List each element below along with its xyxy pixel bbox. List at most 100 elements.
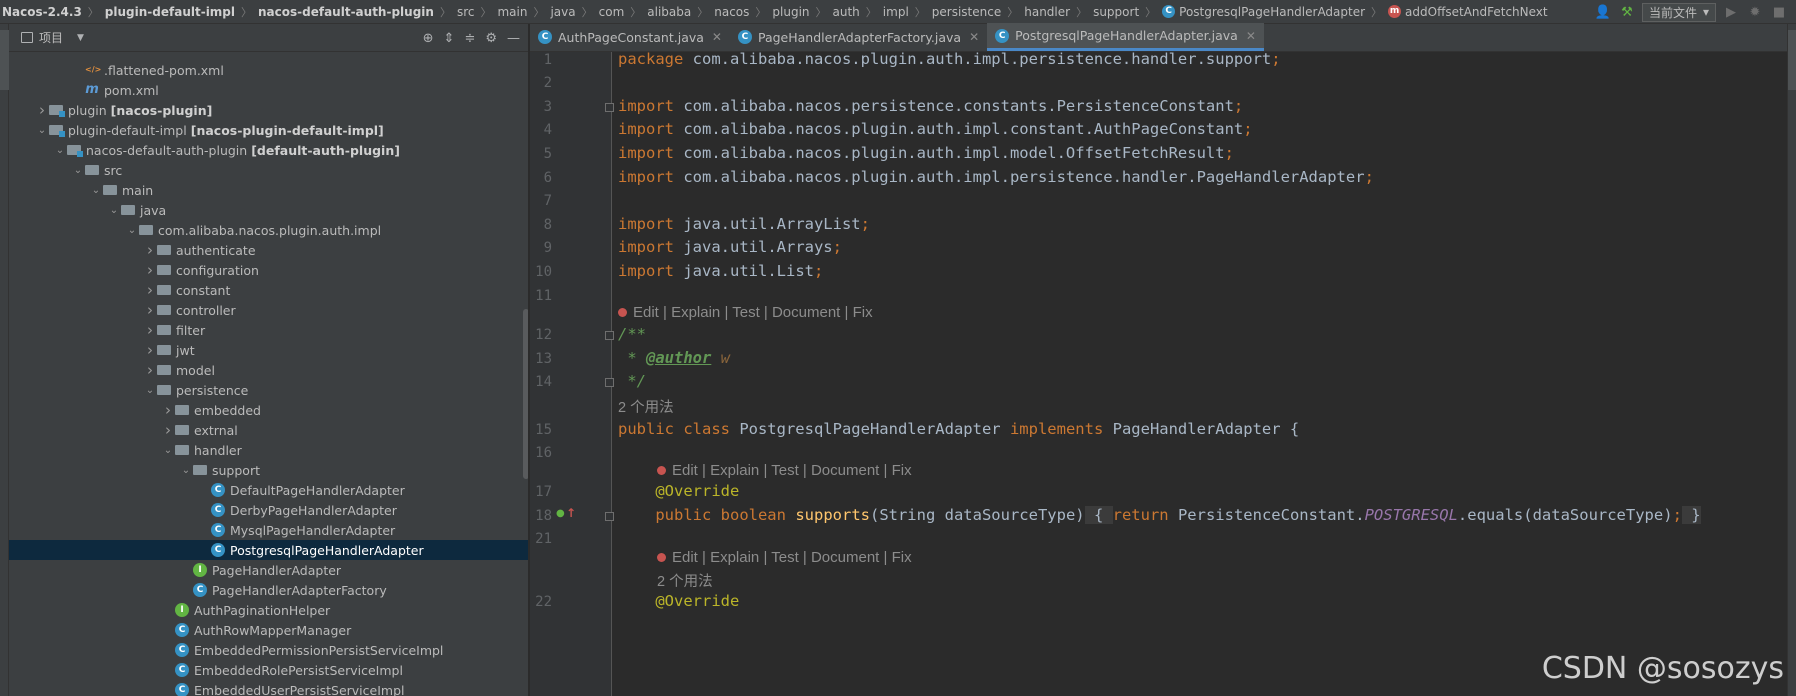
breadcrumb-item[interactable]: auth: [831, 5, 862, 19]
editor-tab[interactable]: C PostgresqlPageHandlerAdapter.java ✕: [987, 23, 1264, 51]
tree-item[interactable]: C EmbeddedRolePersistServiceImpl: [9, 660, 528, 680]
code-line[interactable]: import com.alibaba.nacos.plugin.auth.imp…: [618, 144, 1234, 162]
tree-item[interactable]: C DerbyPageHandlerAdapter: [9, 500, 528, 520]
expand-all-icon[interactable]: ⇕: [444, 31, 455, 46]
chevron-down-icon[interactable]: ⌄: [107, 205, 121, 216]
chevron-right-icon[interactable]: ›: [143, 321, 157, 339]
tree-item[interactable]: ⌄ main: [9, 180, 528, 200]
build-hammer-icon[interactable]: ⚒: [1618, 3, 1636, 21]
code-line[interactable]: @Override: [618, 592, 739, 610]
code-vision-hint[interactable]: Edit | Explain | Test | Document | Fix: [657, 549, 912, 566]
tree-item[interactable]: ⌄ com.alibaba.nacos.plugin.auth.impl: [9, 220, 528, 240]
tree-item[interactable]: ⌄ handler: [9, 440, 528, 460]
breadcrumb-item[interactable]: impl: [881, 5, 911, 19]
breadcrumb-item[interactable]: nacos: [712, 5, 751, 19]
chevron-right-icon[interactable]: ›: [143, 301, 157, 319]
code-line[interactable]: import java.util.List;: [618, 262, 823, 280]
tree-item[interactable]: ⌄ plugin-default-impl [nacos-plugin-defaul…: [9, 120, 528, 140]
tree-item[interactable]: C PageHandlerAdapterFactory: [9, 580, 528, 600]
tree-item[interactable]: ⌄ src: [9, 160, 528, 180]
chevron-right-icon[interactable]: ›: [143, 281, 157, 299]
breadcrumb-item[interactable]: java: [548, 5, 577, 19]
tree-item[interactable]: › filter: [9, 320, 528, 340]
tree-item[interactable]: › model: [9, 360, 528, 380]
chevron-right-icon[interactable]: ›: [143, 261, 157, 279]
usages-hint[interactable]: 2 个用法: [657, 570, 713, 591]
chevron-down-icon[interactable]: ⌄: [53, 145, 67, 156]
chevron-down-icon[interactable]: ▼: [77, 33, 84, 43]
arrow-up-icon[interactable]: ↑: [566, 506, 576, 520]
tree-item[interactable]: I PageHandlerAdapter: [9, 560, 528, 580]
tree-item[interactable]: › plugin [nacos-plugin]: [9, 100, 528, 120]
tree-item[interactable]: ⌄ nacos-default-auth-plugin [default-auth-…: [9, 140, 528, 160]
run-icon[interactable]: ▶: [1722, 3, 1740, 21]
stop-icon[interactable]: ■: [1770, 3, 1788, 21]
fold-icon[interactable]: [605, 103, 614, 112]
tree-item[interactable]: I AuthPaginationHelper: [9, 600, 528, 620]
fold-icon[interactable]: [605, 331, 614, 340]
code-line[interactable]: import com.alibaba.nacos.persistence.con…: [618, 97, 1243, 115]
project-stripe-tab[interactable]: [0, 30, 9, 90]
collapse-all-icon[interactable]: ≑: [464, 31, 475, 46]
breadcrumb-item[interactable]: m addOffsetAndFetchNext: [1386, 5, 1550, 19]
tree-item[interactable]: C MysqlPageHandlerAdapter: [9, 520, 528, 540]
breadcrumb-item[interactable]: main: [495, 5, 529, 19]
usages-hint[interactable]: 2 个用法: [618, 396, 674, 417]
tree-item[interactable]: C DefaultPageHandlerAdapter: [9, 480, 528, 500]
breadcrumb-item[interactable]: handler: [1022, 5, 1072, 19]
code-line[interactable]: import com.alibaba.nacos.plugin.auth.imp…: [618, 168, 1374, 186]
chevron-right-icon[interactable]: ›: [161, 401, 175, 419]
tree-item[interactable]: › jwt: [9, 340, 528, 360]
code-line[interactable]: @Override: [618, 482, 739, 500]
breadcrumb-item[interactable]: support: [1091, 5, 1141, 19]
tree-item[interactable]: m pom.xml: [9, 80, 528, 100]
tree-item[interactable]: › configuration: [9, 260, 528, 280]
project-tree-scrollbar[interactable]: [523, 309, 528, 479]
chevron-down-icon[interactable]: ⌄: [71, 165, 85, 176]
code-line[interactable]: public boolean supports(String dataSourc…: [618, 506, 1701, 524]
project-panel-title[interactable]: 项目: [39, 29, 63, 46]
notifications-stripe-tab[interactable]: [1788, 30, 1796, 90]
chevron-down-icon[interactable]: ⌄: [89, 185, 103, 196]
chevron-down-icon[interactable]: ⌄: [143, 385, 157, 396]
code-line[interactable]: import java.util.Arrays;: [618, 238, 842, 256]
breadcrumb-item[interactable]: nacos-default-auth-plugin: [256, 5, 436, 19]
tree-item[interactable]: ⌄ java: [9, 200, 528, 220]
gear-icon[interactable]: ⚙: [485, 31, 497, 46]
chevron-right-icon[interactable]: ›: [143, 241, 157, 259]
tree-item[interactable]: › authenticate: [9, 240, 528, 260]
run-configuration-dropdown[interactable]: 当前文件 ▾: [1641, 2, 1716, 22]
tree-item[interactable]: C AuthRowMapperManager: [9, 620, 528, 640]
tree-item[interactable]: › embedded: [9, 400, 528, 420]
breadcrumb-item[interactable]: Nacos-2.4.3: [0, 5, 84, 19]
editor-tab[interactable]: C PageHandlerAdapterFactory.java ✕: [730, 23, 987, 51]
code-line[interactable]: import java.util.ArrayList;: [618, 215, 870, 233]
breadcrumb-item[interactable]: alibaba: [645, 5, 693, 19]
debug-icon[interactable]: ✹: [1746, 3, 1764, 21]
chevron-down-icon[interactable]: ⌄: [125, 225, 139, 236]
user-icon[interactable]: 👤: [1594, 3, 1612, 21]
breadcrumb-item[interactable]: com: [597, 5, 627, 19]
chevron-down-icon[interactable]: ⌄: [161, 445, 175, 456]
chevron-right-icon[interactable]: ›: [143, 361, 157, 379]
code-vision-hint[interactable]: Edit | Explain | Test | Document | Fix: [657, 462, 912, 479]
minimize-icon[interactable]: —: [507, 31, 520, 46]
code-line[interactable]: * @author w: [618, 349, 730, 367]
tree-item[interactable]: C EmbeddedPermissionPersistServiceImpl: [9, 640, 528, 660]
tree-item[interactable]: › controller: [9, 300, 528, 320]
tree-item[interactable]: </> .flattened-pom.xml: [9, 60, 528, 80]
code-line[interactable]: /**: [618, 325, 646, 343]
code-line[interactable]: package com.alibaba.nacos.plugin.auth.im…: [618, 50, 1281, 68]
tree-item[interactable]: › extrnal: [9, 420, 528, 440]
close-icon[interactable]: ✕: [969, 30, 979, 44]
code-vision-hint[interactable]: Edit | Explain | Test | Document | Fix: [618, 304, 873, 321]
editor-tab[interactable]: C AuthPageConstant.java ✕: [530, 23, 730, 51]
tree-item[interactable]: C PostgresqlPageHandlerAdapter: [9, 540, 528, 560]
locate-icon[interactable]: ⊕: [423, 31, 434, 46]
close-icon[interactable]: ✕: [1246, 29, 1256, 43]
tree-item[interactable]: ⌄ persistence: [9, 380, 528, 400]
code-line[interactable]: import com.alibaba.nacos.plugin.auth.imp…: [618, 120, 1253, 138]
close-icon[interactable]: ✕: [712, 30, 722, 44]
chevron-down-icon[interactable]: ⌄: [35, 125, 49, 136]
code-line[interactable]: */: [618, 372, 646, 390]
